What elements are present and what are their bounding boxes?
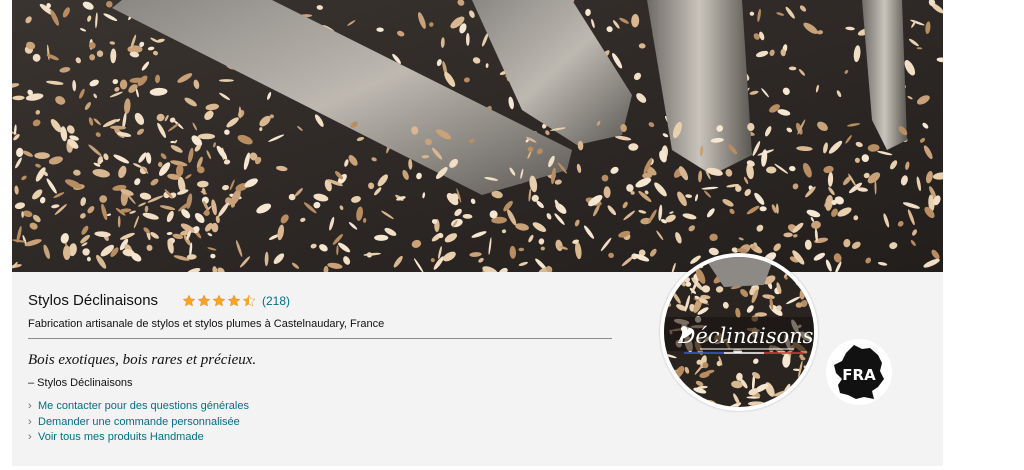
store-quote: Bois exotiques, bois rares et précieux. — [28, 352, 257, 368]
wood-shaving — [86, 256, 91, 262]
wood-shaving — [218, 79, 234, 82]
star-icon — [212, 294, 226, 307]
wood-shaving — [117, 215, 121, 228]
divider — [28, 338, 612, 339]
star-icon — [227, 294, 241, 307]
country-code: FRA — [842, 366, 876, 384]
country-badge: FRA — [826, 339, 892, 405]
logo-wordmark: Déclinaisons — [678, 324, 814, 348]
store-logo-image: Déclinaisons — [664, 257, 814, 407]
star-icon — [182, 294, 196, 307]
link-label[interactable]: Voir tous mes produits Handmade — [38, 430, 204, 446]
store-banner-image — [12, 0, 943, 272]
link-all-products[interactable]: › Voir tous mes produits Handmade — [28, 430, 249, 446]
wood-shaving — [34, 152, 50, 160]
rating-stars — [182, 294, 256, 308]
store-tagline: Fabrication artisanale de stylos et styl… — [28, 318, 385, 330]
wood-shaving — [197, 133, 216, 140]
france-map-icon: FRA — [834, 345, 884, 399]
wood-shavings-photo — [12, 0, 943, 272]
link-custom-order[interactable]: › Demander une commande personnalisée — [28, 415, 249, 431]
store-logo[interactable]: Déclinaisons — [660, 253, 818, 411]
quote-author: – Stylos Déclinaisons — [28, 377, 133, 389]
link-label[interactable]: Me contacter pour des questions générale… — [38, 399, 249, 415]
chevron-right-icon: › — [28, 415, 32, 428]
star-half-icon — [242, 294, 256, 307]
chevron-right-icon: › — [28, 431, 32, 443]
chevron-right-icon: › — [28, 400, 32, 412]
store-rating[interactable]: (218) — [182, 294, 290, 308]
store-links-list: › Me contacter pour des questions généra… — [28, 399, 249, 446]
link-contact[interactable]: › Me contacter pour des questions généra… — [28, 399, 249, 415]
link-label[interactable]: Demander une commande personnalisée — [38, 415, 240, 431]
wood-shaving — [374, 234, 389, 241]
wood-shaving — [465, 32, 470, 46]
store-name: Stylos Déclinaisons — [28, 292, 159, 309]
rating-count-link[interactable]: (218) — [262, 294, 290, 308]
star-icon — [197, 294, 211, 307]
